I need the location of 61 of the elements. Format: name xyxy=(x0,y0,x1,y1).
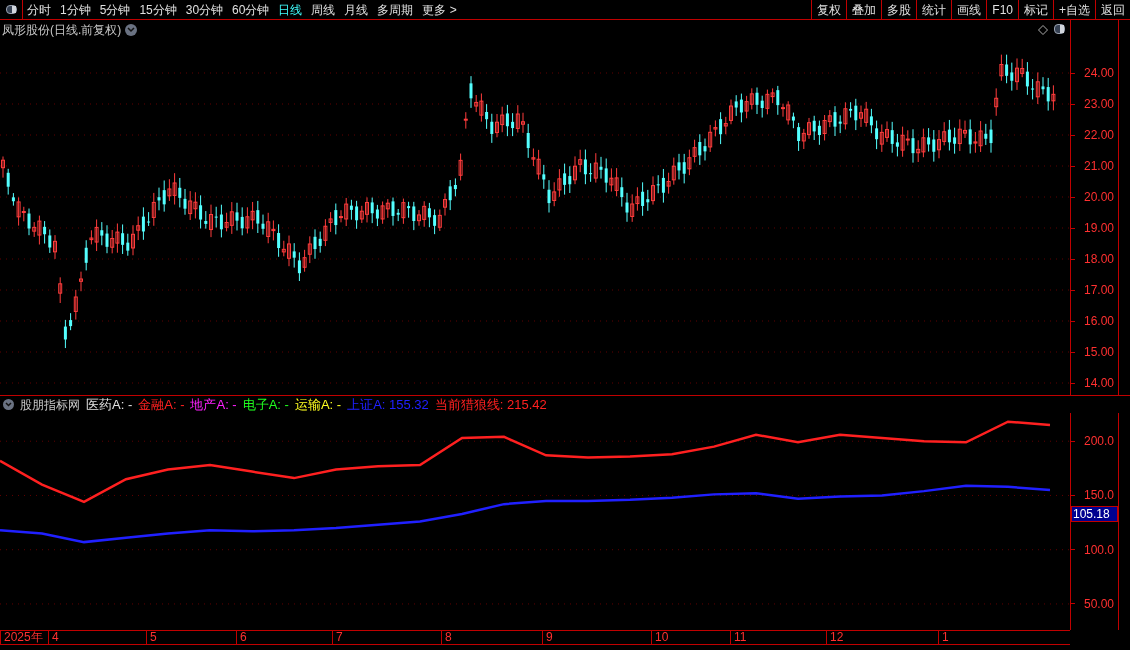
price-tick-label: 23.00 xyxy=(1084,97,1115,111)
toolbar-button[interactable]: 统计 xyxy=(916,0,952,19)
price-tick-label: 16.00 xyxy=(1084,314,1115,328)
date-label: 12 xyxy=(826,631,844,644)
toolbar-button[interactable]: F10 xyxy=(986,0,1018,19)
price-tick-label: 22.00 xyxy=(1084,128,1115,142)
toolbar-button[interactable]: +自选 xyxy=(1053,0,1095,19)
legend-label: 当前猎狼线: 215.42 xyxy=(434,395,547,414)
diamond-icon[interactable] xyxy=(1038,25,1048,35)
period-tab[interactable]: 15分钟 xyxy=(139,0,177,19)
date-label: 2025年 xyxy=(0,631,43,644)
period-tab[interactable]: 5分钟 xyxy=(99,0,131,19)
price-tick-label: 18.00 xyxy=(1084,252,1115,266)
date-label: 8 xyxy=(441,631,452,644)
axis-tick-label: 50.00 xyxy=(1084,596,1115,611)
toolbar-button[interactable]: 多股 xyxy=(881,0,917,19)
date-label: 1 xyxy=(938,631,949,644)
chart-title: 凤形股份(日线.前复权) xyxy=(2,22,122,39)
date-label: 9 xyxy=(542,631,553,644)
toolbar-button[interactable]: 叠加 xyxy=(846,0,882,19)
panel-toggle-icon[interactable] xyxy=(1054,24,1065,34)
chevron-down-icon[interactable] xyxy=(3,399,14,410)
date-label: 7 xyxy=(332,631,343,644)
date-label: 10 xyxy=(651,631,669,644)
current-value-badge: 105.18 xyxy=(1071,506,1118,522)
legend-label: 上证A: 155.32 xyxy=(347,395,429,414)
price-tick-label: 19.00 xyxy=(1084,221,1115,235)
date-label: 6 xyxy=(236,631,247,644)
axis-tick-label: 100.0 xyxy=(1084,542,1115,557)
period-tab[interactable]: 周线 xyxy=(311,0,336,19)
price-tick-label: 20.00 xyxy=(1084,190,1115,204)
period-tab[interactable]: 更多 > xyxy=(422,0,457,19)
price-tick-label: 15.00 xyxy=(1084,345,1115,359)
price-tick-label: 21.00 xyxy=(1084,159,1115,173)
period-tab[interactable]: 日线 xyxy=(278,0,303,19)
period-tab[interactable]: 30分钟 xyxy=(185,0,224,19)
price-tick-label: 14.00 xyxy=(1084,376,1115,390)
toolbar-button[interactable]: 返回 xyxy=(1095,0,1130,19)
legend-label: 金融A: - xyxy=(138,395,185,414)
date-label: 4 xyxy=(48,631,59,644)
legend-label: 医药A: - xyxy=(86,395,133,414)
indicator-name: 股朋指标网 xyxy=(20,396,80,414)
price-tick-label: 17.00 xyxy=(1084,283,1115,297)
period-tab[interactable]: 月线 xyxy=(344,0,369,19)
toolbar-button[interactable]: 复权 xyxy=(811,0,847,19)
chevron-down-icon[interactable] xyxy=(125,24,138,36)
axis-tick-label: 150.0 xyxy=(1084,488,1115,503)
date-label: 11 xyxy=(730,631,747,644)
toolbar-button[interactable]: 画线 xyxy=(951,0,987,19)
legend-label: 运输A: - xyxy=(294,395,342,414)
period-tab[interactable]: 1分钟 xyxy=(60,0,91,19)
toolbar-button[interactable]: 标记 xyxy=(1018,0,1053,19)
legend-label: 地产A: - xyxy=(190,395,237,414)
period-tab[interactable]: 多周期 xyxy=(377,0,414,19)
panel-toggle-icon[interactable] xyxy=(5,5,17,14)
price-tick-label: 24.00 xyxy=(1084,66,1115,80)
period-tab[interactable]: 60分钟 xyxy=(232,0,270,19)
period-tab[interactable]: 分时 xyxy=(27,0,51,19)
date-label: 5 xyxy=(146,631,157,644)
legend-label: 电子A: - xyxy=(242,395,289,414)
axis-tick-label: 200.0 xyxy=(1084,434,1115,449)
